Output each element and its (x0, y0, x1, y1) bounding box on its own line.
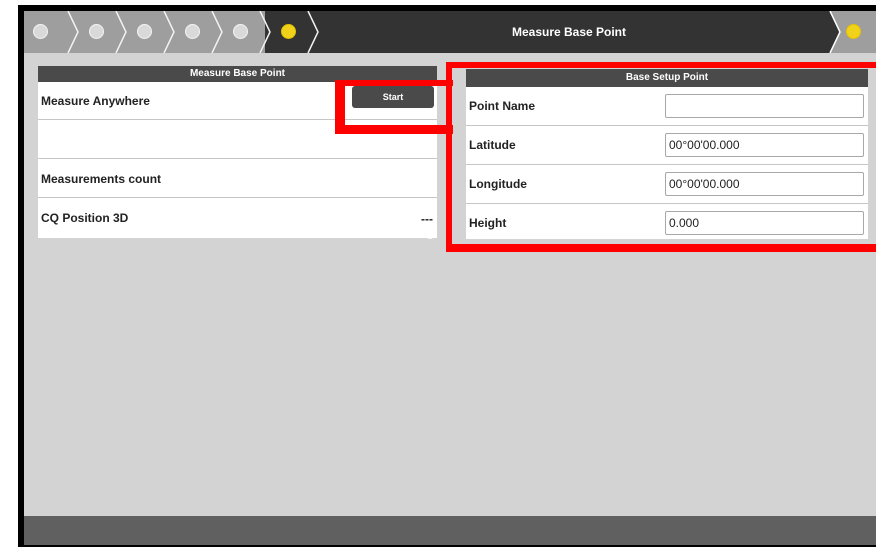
wizard-step-1[interactable] (24, 11, 79, 53)
wizard-step-2[interactable] (72, 11, 127, 53)
wizard-step-4[interactable] (168, 11, 223, 53)
longitude-label: Longitude (469, 177, 527, 191)
start-button[interactable]: Start (352, 86, 434, 108)
cq-position-value: --- (421, 212, 433, 226)
measurements-count-row: Measurements count (38, 159, 437, 198)
measure-anywhere-row: Measure Anywhere Start (38, 82, 437, 120)
status-dot-icon (846, 24, 861, 39)
point-name-row: Point Name (466, 87, 868, 126)
longitude-row: Longitude (466, 165, 868, 204)
base-setup-point-panel: Base Setup Point Point Name Latitude Lon… (466, 69, 868, 239)
loading-indicator-icon (425, 229, 435, 239)
point-name-input[interactable] (665, 94, 864, 118)
latitude-input[interactable] (665, 133, 864, 157)
wizard-step-6[interactable] (264, 11, 319, 53)
longitude-input[interactable] (665, 172, 864, 196)
measure-base-point-panel: Measure Base Point Measure Anywhere Star… (38, 66, 437, 238)
measurements-count-label: Measurements count (41, 172, 162, 186)
height-input[interactable] (665, 211, 864, 235)
cq-position-row: CQ Position 3D --- (38, 198, 437, 238)
latitude-label: Latitude (469, 138, 516, 152)
page-title: Measure Base Point (511, 25, 627, 39)
height-label: Height (469, 216, 507, 230)
wizard-step-3[interactable] (120, 11, 175, 53)
next-step[interactable] (824, 11, 876, 54)
step-dot-icon (233, 24, 248, 39)
step-dot-icon (137, 24, 152, 39)
bottom-bar (24, 516, 876, 545)
point-name-label: Point Name (469, 99, 536, 113)
latitude-row: Latitude (466, 126, 868, 165)
wizard-steps (24, 11, 319, 53)
wizard-step-5[interactable] (216, 11, 271, 53)
step-dot-icon (185, 24, 200, 39)
panel-header: Base Setup Point (466, 69, 868, 87)
step-dot-icon (33, 24, 48, 39)
cq-position-label: CQ Position 3D (41, 211, 129, 225)
active-step-dot-icon (281, 24, 296, 39)
step-dot-icon (89, 24, 104, 39)
measure-anywhere-label: Measure Anywhere (41, 94, 150, 108)
top-bar: Measure Base Point (24, 11, 876, 54)
height-row: Height (466, 204, 868, 243)
